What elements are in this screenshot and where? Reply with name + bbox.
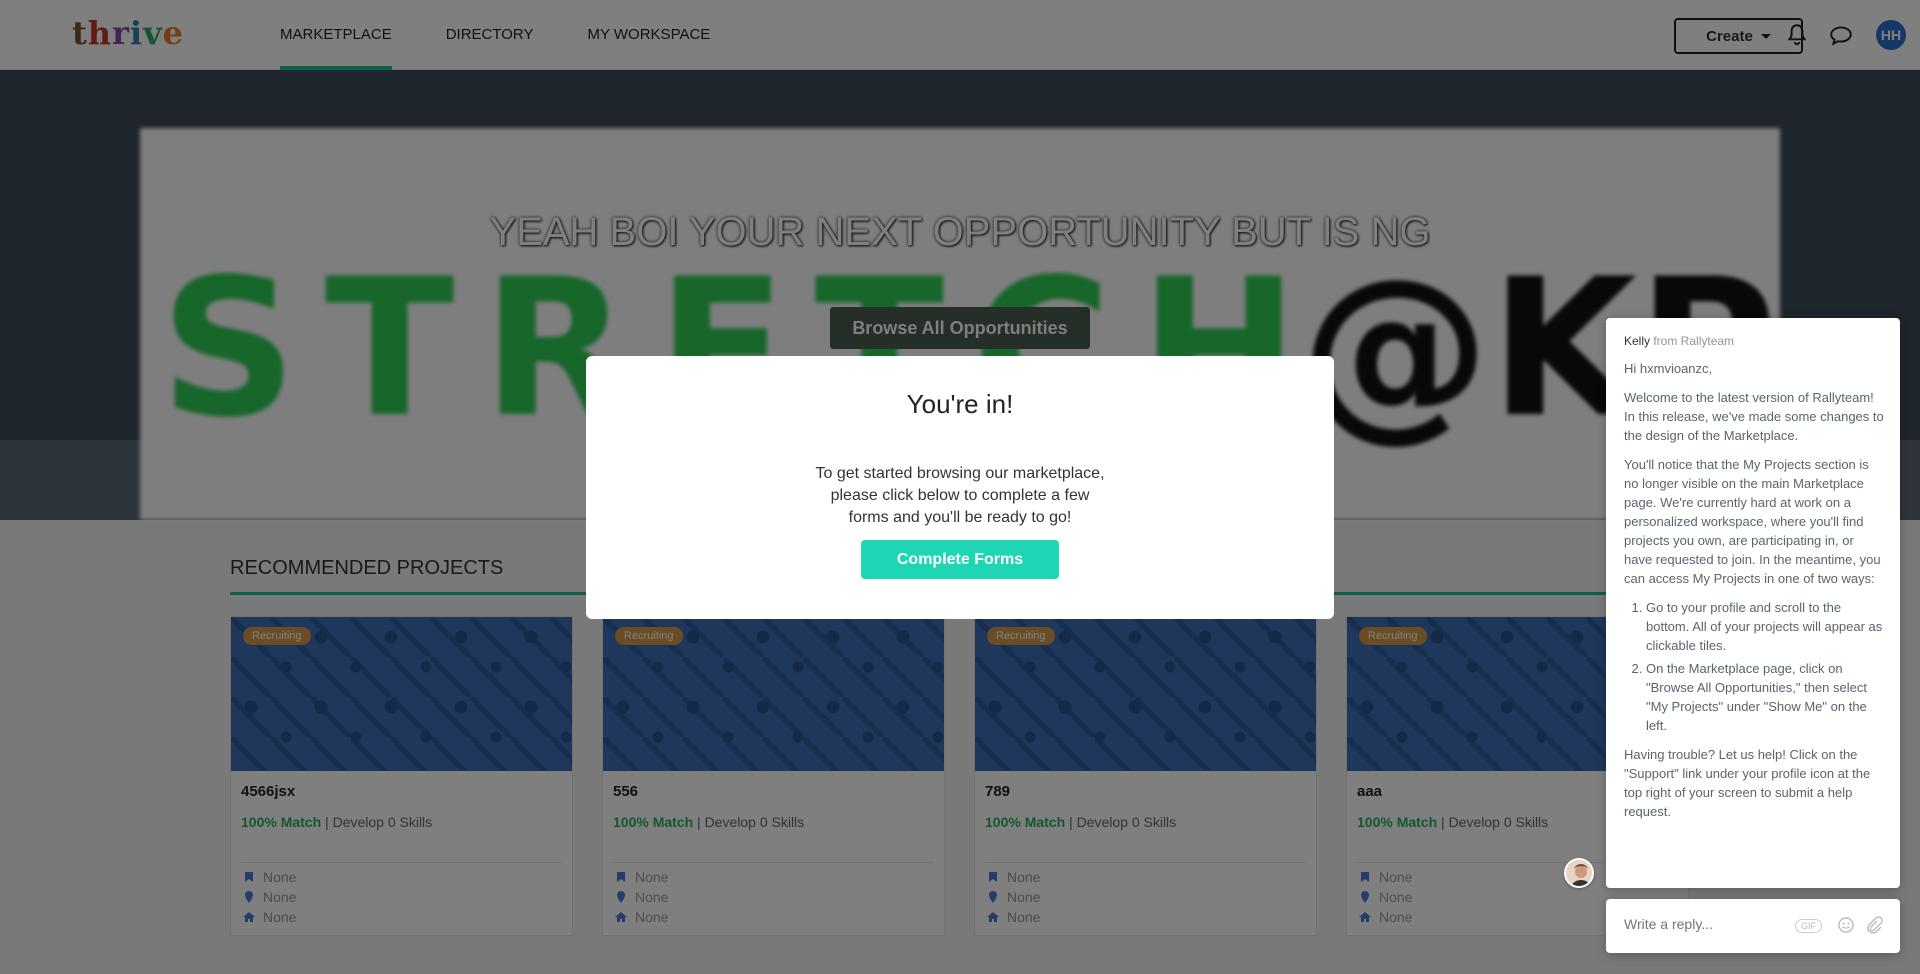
chat-list-item: Go to your profile and scroll to the bot… bbox=[1646, 598, 1884, 655]
modal-title: You're in! bbox=[906, 389, 1014, 419]
chat-paragraph: Having trouble? Let us help! Click on th… bbox=[1624, 747, 1871, 819]
chat-greeting: Hi hxmvioanzc, bbox=[1624, 361, 1713, 376]
chat-message: Kelly from Rallyteam Hi hxmvioanzc, Welc… bbox=[1624, 332, 1884, 831]
complete-forms-button[interactable]: Complete Forms bbox=[861, 540, 1059, 579]
chat-list: Go to your profile and scroll to the bot… bbox=[1624, 598, 1884, 735]
gif-button[interactable]: GIF bbox=[1795, 919, 1822, 933]
reply-input[interactable] bbox=[1624, 916, 1784, 932]
emoji-icon[interactable] bbox=[1836, 915, 1856, 935]
chat-message-panel: Kelly from Rallyteam Hi hxmvioanzc, Welc… bbox=[1606, 318, 1900, 888]
chat-sender: Kelly from Rallyteam bbox=[1624, 334, 1735, 348]
chat-paragraph: You'll notice that the My Projects secti… bbox=[1624, 457, 1881, 586]
agent-avatar bbox=[1564, 858, 1594, 888]
chat-reply-box: GIF bbox=[1606, 899, 1900, 953]
attachment-icon[interactable] bbox=[1864, 915, 1884, 935]
chat-paragraph: Welcome to the latest version of Rallyte… bbox=[1624, 390, 1884, 443]
welcome-modal: You're in! To get started browsing our m… bbox=[586, 356, 1334, 619]
chat-list-item: On the Marketplace page, click on "Brows… bbox=[1646, 659, 1884, 735]
modal-body: To get started browsing our marketplace,… bbox=[815, 465, 1105, 526]
